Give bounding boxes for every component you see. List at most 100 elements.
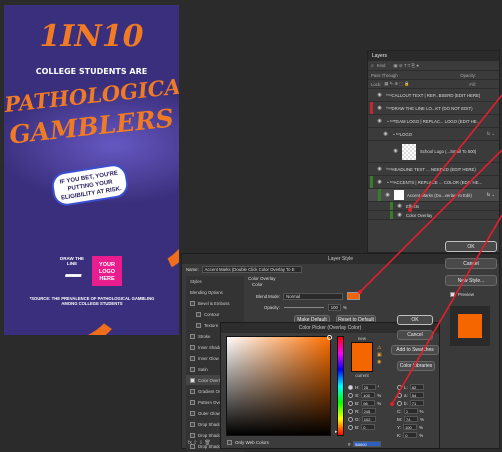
g-input[interactable] <box>361 416 376 422</box>
item-label: Satin <box>198 366 208 372</box>
c-input[interactable] <box>403 408 418 414</box>
layer-row[interactable]: ◉ ⌄▭ ACCENTS | REPLACE ... COLOR (EDIT HE… <box>368 176 499 189</box>
visibility-eye-icon[interactable]: ◉ <box>392 148 399 155</box>
only-web-checkbox[interactable] <box>227 440 232 445</box>
checkbox-checked[interactable] <box>190 377 195 383</box>
add-to-swatches-button[interactable]: Add to Swatches <box>391 345 439 355</box>
deg-unit: ° <box>377 384 380 390</box>
preview-row[interactable]: Preview <box>450 292 474 297</box>
effects-row[interactable]: ◉ Effects <box>368 202 499 211</box>
m-input[interactable] <box>404 416 418 422</box>
color-picker-dialog: Color Picker (Overlay Color) ▸ new curre… <box>220 315 440 449</box>
visibility-eye-icon[interactable]: ◉ <box>384 192 391 199</box>
layer-row[interactable]: ◉ ⌄▭ LOGO fx ⌄ <box>368 128 499 141</box>
layer-blend-mode[interactable]: Pass Through <box>371 73 398 78</box>
color-field-cursor[interactable] <box>327 335 332 340</box>
b-input[interactable] <box>361 400 376 406</box>
checkbox[interactable] <box>190 366 195 372</box>
layer-row[interactable]: ◉ ›▭ CALLOUT TEXT | REP...BSERD (EDIT HER… <box>368 89 499 102</box>
checkbox[interactable] <box>196 322 201 328</box>
s-input[interactable] <box>361 392 376 398</box>
layer-row[interactable]: ◉ School Logo (...Small To 500) <box>368 141 499 163</box>
folder-icon: ⌄▭ <box>386 179 394 184</box>
fx-icon: fx ⌄ <box>486 131 495 136</box>
visibility-eye-icon[interactable]: ◉ <box>376 166 383 173</box>
h-input[interactable] <box>361 384 376 390</box>
your-logo-placeholder: YOUR LOGO HERE <box>92 256 122 286</box>
m-field-row: M:% <box>397 415 437 423</box>
visibility-eye-icon[interactable]: ◉ <box>376 118 383 125</box>
ok-button[interactable]: OK <box>445 241 497 252</box>
checkbox[interactable] <box>190 355 195 361</box>
layers-search[interactable]: Kind <box>377 63 386 68</box>
opacity-slider[interactable] <box>283 307 324 308</box>
g-field-row: G: <box>348 415 388 423</box>
checkbox[interactable] <box>190 388 195 394</box>
visibility-eye-icon[interactable]: ◉ <box>396 212 403 219</box>
new-style-button[interactable]: New Style... <box>445 275 497 286</box>
k-input[interactable] <box>403 432 418 438</box>
a-radio[interactable] <box>397 392 402 398</box>
visibility-eye-icon[interactable]: ◉ <box>376 105 383 112</box>
r-field-row: R: <box>348 407 388 415</box>
g-radio[interactable] <box>348 416 353 422</box>
h-radio[interactable] <box>348 384 353 390</box>
visibility-eye-icon[interactable]: ◉ <box>376 92 383 99</box>
overlay-color-swatch[interactable] <box>347 292 361 300</box>
color-overlay-row[interactable]: ◉ Color Overlay <box>368 211 499 220</box>
gamut-warning-icons[interactable]: ⚠ ▣ ◉ <box>377 345 382 366</box>
a-input[interactable] <box>409 392 424 398</box>
lab-b-radio[interactable] <box>397 400 402 406</box>
blend-mode-select[interactable]: Normal <box>283 292 344 300</box>
bevel-emboss-item[interactable]: Bevel & Emboss <box>186 298 244 309</box>
checkbox[interactable] <box>196 311 201 317</box>
layer-row[interactable]: ◉ ›▭ HEADLINE TEXT ... NEEDED (EDIT HERE) <box>368 163 499 176</box>
fx-icon[interactable]: fx <box>188 440 192 446</box>
layer-row[interactable]: ◉ ›▭ DRAW THE LINE LO...KT (DO NOT EDIT) <box>368 102 499 115</box>
hue-slider-handle[interactable]: ▸ <box>335 429 338 435</box>
preview-checkbox[interactable] <box>450 292 455 297</box>
blue-radio[interactable] <box>348 424 353 430</box>
color-field[interactable] <box>226 335 332 436</box>
layer-row-selected[interactable]: ◉ Accent Marks (Do...verlay To Edit) fx ⌄ <box>368 189 499 202</box>
layer-row[interactable]: ◉ ⌄▭ TEAM LOGO | REPLAC... LOGO (EDIT HE.… <box>368 115 499 128</box>
opacity-value[interactable]: 100 <box>327 304 341 311</box>
only-web-colors-row[interactable]: Only Web Colors <box>227 440 269 445</box>
filter-icons[interactable]: ▣ ⊘ T ⌑ ⎘ ● <box>393 63 419 69</box>
l-radio[interactable] <box>397 384 402 390</box>
lock-icons[interactable]: ▦ ✎ ⊕ ⬚ 🔒 <box>384 81 409 87</box>
color-libraries-button[interactable]: Color Libraries <box>397 361 435 371</box>
picker-ok-button[interactable]: OK <box>397 315 433 325</box>
checkbox[interactable] <box>190 432 195 438</box>
checkbox[interactable] <box>190 300 195 306</box>
lock-row: Lock: ▦ ✎ ⊕ ⬚ 🔒 Fill: <box>368 80 499 89</box>
cancel-button[interactable]: Cancel <box>445 258 497 269</box>
lab-b-input[interactable] <box>409 400 424 406</box>
visibility-eye-icon[interactable]: ◉ <box>376 179 383 186</box>
hex-input[interactable] <box>352 441 381 447</box>
checkbox[interactable] <box>190 410 195 416</box>
layers-tab[interactable]: Layers <box>368 51 499 61</box>
fx-footer[interactable]: fx ⇧ ⇩ 🗑 <box>188 440 211 446</box>
name-field[interactable]: Accent Marks (Double Click Color Overlay… <box>201 265 302 273</box>
filter-search-icon: ⌕ <box>371 62 374 69</box>
visibility-eye-icon[interactable]: ◉ <box>396 203 403 210</box>
checkbox[interactable] <box>190 344 195 350</box>
r-input[interactable] <box>361 408 376 414</box>
b-radio[interactable] <box>348 400 353 406</box>
checkbox[interactable] <box>190 421 195 427</box>
r-radio[interactable] <box>348 408 353 414</box>
draw-the-line-logo: DRAW THE LINE ━━ <box>56 256 88 286</box>
blending-options-item[interactable]: Blending Options <box>186 287 244 298</box>
picker-cancel-button[interactable]: Cancel <box>397 330 433 340</box>
contour-item[interactable]: Contour <box>186 309 244 320</box>
checkbox[interactable] <box>190 333 195 339</box>
styles-item[interactable]: Styles <box>186 276 244 287</box>
checkbox[interactable] <box>190 399 195 405</box>
l-input[interactable] <box>409 384 424 390</box>
blue-input[interactable] <box>361 424 376 430</box>
s-radio[interactable] <box>348 392 353 398</box>
y-input[interactable] <box>403 424 418 430</box>
hue-slider[interactable]: ▸ <box>335 336 344 436</box>
visibility-eye-icon[interactable]: ◉ <box>382 131 389 138</box>
